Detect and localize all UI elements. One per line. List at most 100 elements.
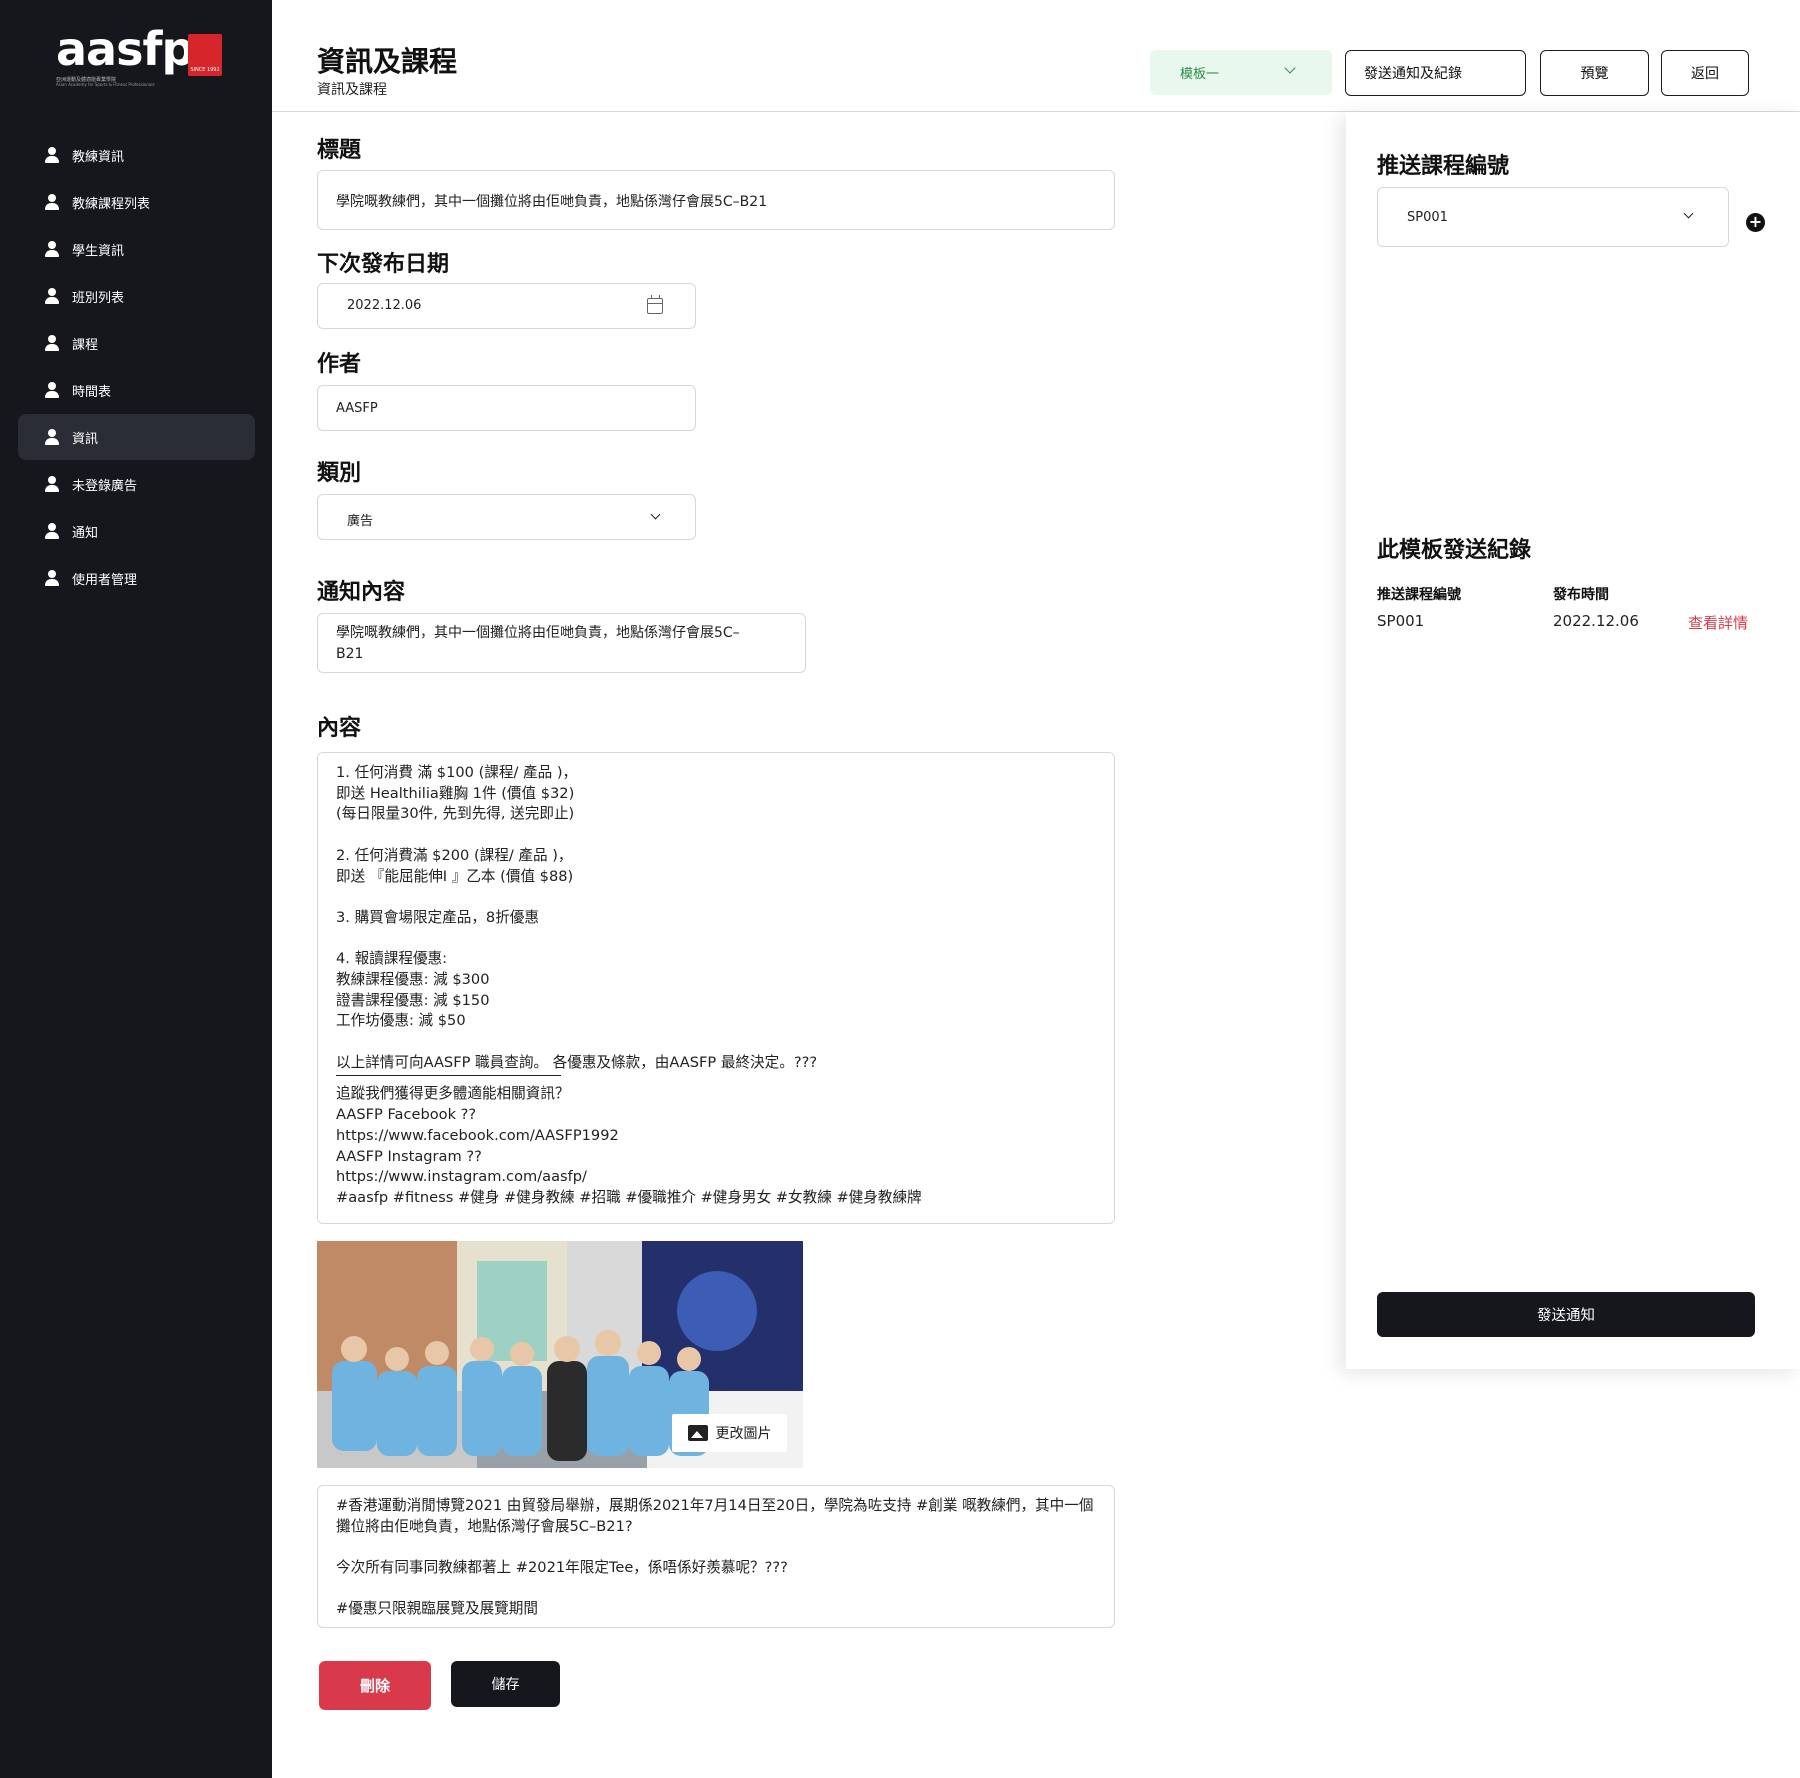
image-icon <box>687 1425 708 1441</box>
calendar-icon[interactable] <box>647 295 663 314</box>
sidebar-item-coach-info[interactable]: 教練資訊 <box>18 132 255 178</box>
content-line: https://www.instagram.com/aasfp/ <box>336 1168 587 1186</box>
sidebar-item-unregistered-ads[interactable]: 未登錄廣告 <box>18 461 255 507</box>
content-line: 以上詳情可向AASFP 職員查詢。 各優惠及條款，由AASFP 最終決定。??? <box>336 1053 818 1071</box>
sidebar-item-label: 教練課程列表 <box>72 196 151 212</box>
content-line: 3. 購買會場限定產品，8折優惠 <box>336 908 539 926</box>
sidebar-item-courses[interactable]: 課程 <box>18 320 255 366</box>
content-line: #aasfp #fitness #健身 #健身教練 #招職 #優職推介 #健身男… <box>336 1189 922 1206</box>
sidebar-item-label: 班別列表 <box>72 290 125 306</box>
preview-button[interactable]: 預覽 <box>1540 50 1649 96</box>
content-line: https://www.facebook.com/AASFP1992 <box>336 1126 619 1144</box>
content-label: 內容 <box>317 716 362 741</box>
sidebar-item-user-management[interactable]: 使用者管理 <box>18 555 255 601</box>
category-select[interactable]: 廣告 <box>317 494 696 540</box>
content-line: 證書課程優惠: 減 $150 <box>336 991 490 1009</box>
user-icon <box>44 382 60 398</box>
next-date-label: 下次發布日期 <box>317 252 450 277</box>
title-label: 標題 <box>317 138 362 163</box>
category-value: 廣告 <box>347 514 374 529</box>
template-select[interactable]: 模板一 <box>1150 50 1332 95</box>
notify-content-line-1: 學院嘅教練們，其中一個攤位將由佢哋負責，地點係灣仔會展5C– <box>336 625 740 641</box>
sidebar-item-label: 時間表 <box>72 384 112 400</box>
next-date-value: 2022.12.06 <box>347 298 422 313</box>
caption-line: 今次所有同事同教練都著上 #2021年限定Tee，係唔係好羨慕呢？??? <box>336 1559 788 1577</box>
sidebar-item-label: 學生資訊 <box>72 243 125 259</box>
next-date-field[interactable]: 2022.12.06 <box>317 283 696 329</box>
column-header-course: 推送課程編號 <box>1377 587 1461 603</box>
content-line: 1. 任何消費 滿 $100 (課程/ 產品 )， <box>336 764 578 781</box>
content-line: AASFP Facebook ?? <box>336 1106 477 1124</box>
sidebar-item-info[interactable]: 資訊 <box>18 414 255 460</box>
sidebar-item-label: 通知 <box>72 525 99 541</box>
caption-line: #優惠只限親臨展覽及展覽期間 <box>336 1600 538 1618</box>
content-line: 追蹤我們獲得更多體適能相關資訊？ <box>336 1085 570 1103</box>
sidebar-item-label: 課程 <box>72 337 99 353</box>
notify-content-field[interactable]: 學院嘅教練們，其中一個攤位將由佢哋負責，地點係灣仔會展5C– B21 <box>317 613 806 673</box>
content-line: 工作坊優惠: 減 $50 <box>336 1012 466 1030</box>
content-line: 即送 『能屈能伸I 』乙本 (價值 $88) <box>336 867 574 885</box>
sidebar-item-notifications[interactable]: 通知 <box>18 508 255 554</box>
send-notification-button[interactable]: 發送通知 <box>1377 1292 1755 1337</box>
sidebar-item-label: 未登錄廣告 <box>72 478 138 494</box>
sidebar-nav: 教練資訊 教練課程列表 學生資訊 班別列表 課程 時間表 資訊 未登錄廣告 通知… <box>18 132 255 602</box>
sidebar-item-timetable[interactable]: 時間表 <box>18 367 255 413</box>
user-icon <box>44 147 60 163</box>
right-panel: 推送課程編號 SP001 + 此模板發送紀錄 推送課程編號 發布時間 SP001… <box>1346 112 1800 1369</box>
category-label: 類別 <box>317 461 362 486</box>
send-log-button[interactable]: 發送通知及紀錄 <box>1345 50 1526 96</box>
chevron-down-icon <box>650 509 661 520</box>
log-row-time: 2022.12.06 <box>1553 612 1639 630</box>
user-icon <box>44 429 60 445</box>
course-code-select[interactable]: SP001 <box>1377 187 1729 247</box>
user-icon <box>44 476 60 492</box>
user-icon <box>44 241 60 257</box>
sidebar-item-label: 教練資訊 <box>72 149 125 165</box>
title-field[interactable]: 學院嘅教練們，其中一個攤位將由佢哋負責，地點係灣仔會展5C–B21 <box>317 170 1115 230</box>
push-course-title: 推送課程編號 <box>1377 154 1510 179</box>
change-image-button[interactable]: 更改圖片 <box>672 1414 787 1452</box>
delete-button[interactable]: 刪除 <box>319 1661 431 1710</box>
notify-content-line-2: B21 <box>336 646 364 662</box>
course-code-value: SP001 <box>1407 209 1448 225</box>
breadcrumb: 資訊及課程 <box>317 82 387 98</box>
caption-line: #香港運動消閒博覽2021 由貿發局舉辦，展期係2021年7月14日至20日，學… <box>336 1497 1094 1514</box>
send-log-title: 此模板發送紀錄 <box>1377 538 1532 563</box>
author-value: AASFP <box>336 401 378 416</box>
sidebar-item-student-info[interactable]: 學生資訊 <box>18 226 255 272</box>
content-line: AASFP Instagram ?? <box>336 1147 482 1165</box>
content-line: 教練課程優惠: 減 $300 <box>336 970 490 988</box>
chevron-down-icon <box>1683 208 1694 219</box>
add-circle-icon[interactable]: + <box>1746 213 1765 232</box>
sidebar-item-class-list[interactable]: 班別列表 <box>18 273 255 319</box>
author-label: 作者 <box>317 352 362 377</box>
content-line: 即送 Healthilia雞胸 1件 (價值 $32) <box>336 784 575 802</box>
author-field[interactable]: AASFP <box>317 385 696 431</box>
logo-since: SINCE 1992 <box>190 67 220 73</box>
user-icon <box>44 570 60 586</box>
user-icon <box>44 523 60 539</box>
column-header-time: 發布時間 <box>1553 587 1609 603</box>
content-textarea[interactable]: 1. 任何消費 滿 $100 (課程/ 產品 )， 即送 Healthilia雞… <box>317 752 1115 1224</box>
chevron-down-icon <box>1284 62 1296 74</box>
aasfp-logo[interactable]: aasfp SINCE 1992 亞洲運動及體適能專業學院 Asian Acad… <box>52 22 222 88</box>
change-image-label: 更改圖片 <box>715 1426 772 1442</box>
user-icon <box>44 288 60 304</box>
user-icon <box>44 335 60 351</box>
page-title: 資訊及課程 <box>317 45 458 78</box>
caption-line: 攤位將由佢哋負責，地點係灣仔會展5C–B21? <box>336 1517 633 1535</box>
title-field-value: 學院嘅教練們，其中一個攤位將由佢哋負責，地點係灣仔會展5C–B21 <box>336 194 768 210</box>
content-line: (每日限量30件, 先到先得, 送完即止) <box>336 805 575 823</box>
view-details-link[interactable]: 查看詳情 <box>1688 612 1748 633</box>
user-icon <box>44 194 60 210</box>
sidebar-item-label: 使用者管理 <box>72 572 138 588</box>
sidebar-item-coach-courses[interactable]: 教練課程列表 <box>18 179 255 225</box>
back-button[interactable]: 返回 <box>1661 50 1749 96</box>
content-line: 4. 報讀課程優惠: <box>336 950 448 968</box>
content-line: 2. 任何消費滿 $200 (課程/ 產品 )， <box>336 846 573 864</box>
sidebar: aasfp SINCE 1992 亞洲運動及體適能專業學院 Asian Acad… <box>0 0 272 1778</box>
log-row-course: SP001 <box>1377 612 1425 630</box>
divider <box>336 1075 561 1077</box>
image-caption-textarea[interactable]: #香港運動消閒博覽2021 由貿發局舉辦，展期係2021年7月14日至20日，學… <box>317 1485 1115 1628</box>
save-button[interactable]: 儲存 <box>451 1661 560 1707</box>
